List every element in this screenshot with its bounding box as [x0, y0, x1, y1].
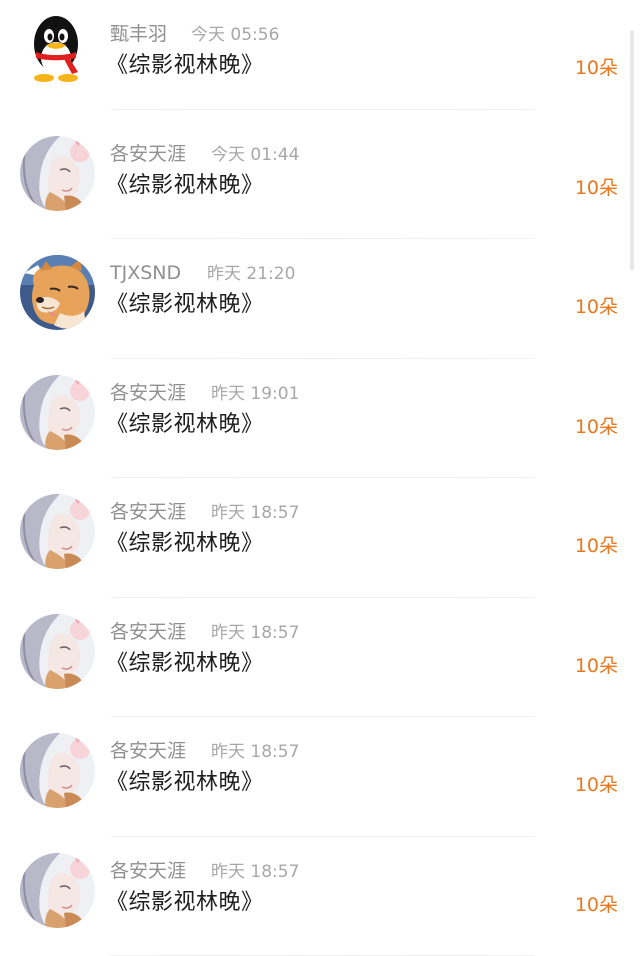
list-item[interactable]: 各安天涯 今天 01:44 《综影视林晚》 10朵 [0, 120, 640, 240]
list-item[interactable]: 各安天涯 昨天 18:57 《综影视林晚》 10朵 [0, 717, 640, 837]
book-title: 《综影视林晚》 [106, 290, 264, 320]
list-item[interactable]: 各安天涯 昨天 18:57 《综影视林晚》 10朵 [0, 837, 640, 956]
timestamp: 昨天 18:57 [211, 501, 299, 525]
username: 各安天涯 [110, 620, 186, 644]
gift-amount: 10朵 [575, 414, 618, 440]
gift-amount: 10朵 [575, 294, 618, 320]
anime-girl-avatar[interactable] [20, 733, 95, 808]
book-title: 《综影视林晚》 [106, 410, 264, 440]
username: 各安天涯 [110, 381, 186, 405]
username: 各安天涯 [110, 859, 186, 883]
book-title: 《综影视林晚》 [106, 171, 264, 201]
book-title: 《综影视林晚》 [106, 529, 264, 559]
anime-girl-avatar[interactable] [20, 494, 95, 569]
scrollbar[interactable] [630, 30, 634, 270]
row-divider [110, 109, 535, 110]
gift-amount: 10朵 [575, 653, 618, 679]
timestamp: 昨天 18:57 [211, 621, 299, 645]
gift-amount: 10朵 [575, 175, 618, 201]
anime-girl-avatar[interactable] [20, 136, 95, 211]
anime-girl-avatar[interactable] [20, 614, 95, 689]
username: 各安天涯 [110, 500, 186, 524]
list-item[interactable]: 甄丰羽 今天 05:56 《综影视林晚》 10朵 [0, 0, 640, 120]
timestamp: 今天 05:56 [191, 23, 279, 47]
anime-girl-avatar[interactable] [20, 853, 95, 928]
username: 各安天涯 [110, 739, 186, 763]
username: 各安天涯 [110, 142, 186, 166]
book-title: 《综影视林晚》 [106, 888, 264, 918]
book-title: 《综影视林晚》 [106, 649, 264, 679]
book-title: 《综影视林晚》 [106, 51, 264, 81]
gift-amount: 10朵 [575, 55, 618, 81]
qq-penguin-icon[interactable] [24, 14, 88, 84]
shiba-dog-avatar[interactable] [20, 255, 95, 330]
timestamp: 昨天 21:20 [207, 262, 295, 286]
anime-girl-avatar[interactable] [20, 375, 95, 450]
gift-record-list: 甄丰羽 今天 05:56 《综影视林晚》 10朵 各安天涯 今天 01:44 《… [0, 0, 640, 956]
gift-amount: 10朵 [575, 892, 618, 918]
gift-amount: 10朵 [575, 533, 618, 559]
list-item[interactable]: TJXSND 昨天 21:20 《综影视林晚》 10朵 [0, 239, 640, 359]
timestamp: 今天 01:44 [211, 143, 299, 167]
list-item[interactable]: 各安天涯 昨天 18:57 《综影视林晚》 10朵 [0, 478, 640, 598]
book-title: 《综影视林晚》 [106, 768, 264, 798]
timestamp: 昨天 18:57 [211, 860, 299, 884]
username: TJXSND [110, 261, 181, 285]
gift-amount: 10朵 [575, 772, 618, 798]
list-item[interactable]: 各安天涯 昨天 19:01 《综影视林晚》 10朵 [0, 359, 640, 479]
username: 甄丰羽 [110, 22, 167, 46]
timestamp: 昨天 18:57 [211, 740, 299, 764]
timestamp: 昨天 19:01 [211, 382, 299, 406]
list-item[interactable]: 各安天涯 昨天 18:57 《综影视林晚》 10朵 [0, 598, 640, 718]
